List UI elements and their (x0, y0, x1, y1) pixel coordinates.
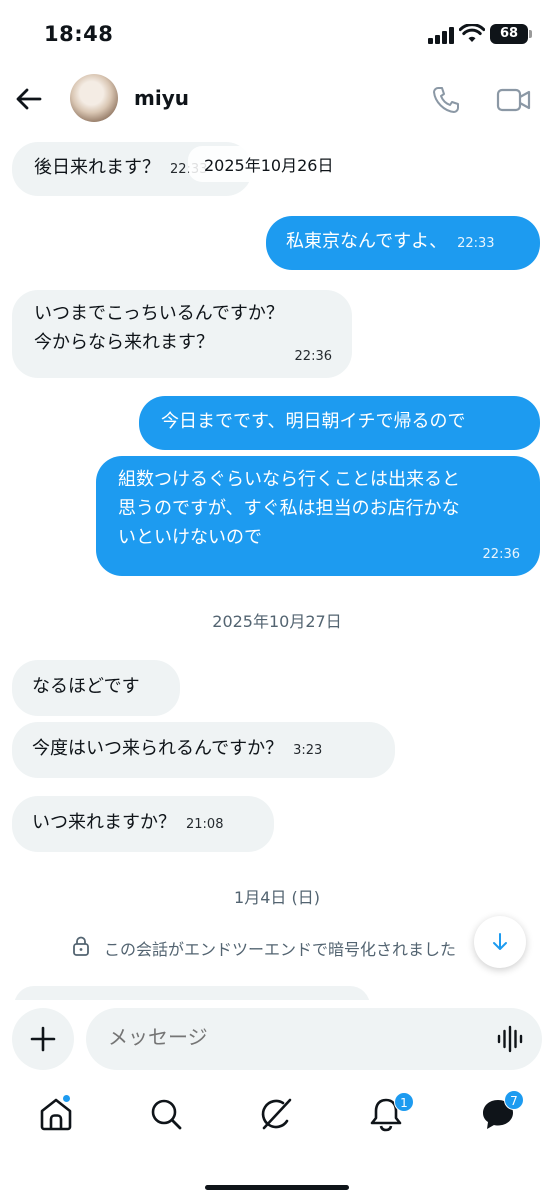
nav-messages[interactable]: 7 (478, 1090, 524, 1134)
message-input-container[interactable] (86, 1008, 542, 1070)
contact-name[interactable]: miyu (134, 86, 189, 110)
search-icon (151, 1099, 182, 1130)
phone-call-icon[interactable] (430, 84, 462, 116)
notifications-badge: 1 (394, 1092, 414, 1112)
message-bubble-received[interactable]: いつまでこっちいるんですか？ 今からなら来れます？ 22:36 (12, 290, 352, 378)
home-indicator (205, 1185, 349, 1190)
message-text: 今日までです、明日朝イチで帰るので (161, 411, 466, 432)
arrow-down-icon (493, 933, 507, 950)
back-arrow-icon[interactable] (14, 84, 44, 114)
message-bubble-sent[interactable]: 今日までです、明日朝イチで帰るので (139, 396, 540, 450)
nav-search[interactable] (146, 1094, 186, 1134)
message-input[interactable] (108, 1025, 468, 1049)
message-text-line: いといけないので (118, 526, 262, 548)
message-bubble-received[interactable]: なるほどです (12, 660, 180, 716)
voice-message-icon[interactable] (496, 1025, 524, 1053)
plus-icon (30, 1026, 56, 1052)
lock-icon (73, 936, 89, 956)
nav-notifications[interactable]: 1 (366, 1092, 414, 1134)
avatar[interactable] (70, 74, 118, 122)
message-bubble-received[interactable]: いつ来れますか？ 21:08 (12, 796, 274, 852)
message-text-line: 思うのですが、すぐ私は担当のお店行かな (118, 497, 460, 519)
message-bubble-received[interactable] (14, 986, 370, 1000)
e2e-encryption-notice: この会話がエンドツーエンドで暗号化されました (104, 940, 457, 959)
message-time: 3:23 (293, 743, 323, 758)
messages-badge: 7 (504, 1090, 524, 1110)
message-text: 私東京なんですよ、 (286, 231, 448, 252)
bottom-navigation: 1 7 (0, 1076, 554, 1199)
message-bubble-sent[interactable]: 組数つけるぐらいなら行くことは出来ると 思うのですが、すぐ私は担当のお店行かな … (96, 456, 540, 576)
message-text-line: 組数つけるぐらいなら行くことは出来ると (118, 469, 460, 490)
date-separator: 2025年10月27日 (212, 612, 342, 631)
conversation-header: miyu (0, 70, 554, 130)
message-time: 22:36 (294, 349, 332, 365)
message-text: 後日来れます？ (34, 157, 160, 178)
status-bar: 18:48 68 (0, 0, 554, 70)
message-text-line: いつまでこっちいるんですか？ (34, 303, 284, 324)
message-text: 今度はいつ来られるんですか？ (32, 738, 284, 759)
video-call-icon[interactable] (496, 86, 532, 114)
grok-icon (261, 1098, 292, 1130)
message-time: 21:08 (186, 817, 224, 832)
home-unread-dot (62, 1094, 71, 1103)
message-list[interactable]: 後日来れます？22:33 2025年10月26日 私東京なんですよ、22:33 … (0, 130, 554, 1000)
scroll-to-bottom-button[interactable] (474, 916, 526, 968)
message-bubble-received[interactable]: 今度はいつ来られるんですか？ 3:23 (12, 722, 395, 778)
message-time: 22:33 (457, 236, 495, 251)
wifi-icon (459, 24, 485, 42)
message-time: 22:36 (482, 547, 520, 563)
message-text-line: 今からなら来れます？ (34, 331, 214, 353)
date-separator: 1月4日 (日) (234, 888, 320, 907)
message-text: いつ来れますか？ (32, 812, 176, 833)
message-bubble-sent[interactable]: 私東京なんですよ、 22:33 (266, 216, 540, 270)
nav-home[interactable] (36, 1094, 76, 1134)
signal-icon (428, 26, 456, 44)
sticky-date-label: 2025年10月26日 (188, 146, 350, 182)
nav-grok[interactable] (256, 1094, 296, 1134)
message-composer (0, 1000, 554, 1076)
battery-indicator: 68 (490, 24, 528, 44)
add-attachment-button[interactable] (12, 1008, 74, 1070)
message-text: なるほどです (32, 676, 140, 697)
battery-tip (529, 30, 532, 38)
status-time: 18:48 (44, 22, 114, 46)
